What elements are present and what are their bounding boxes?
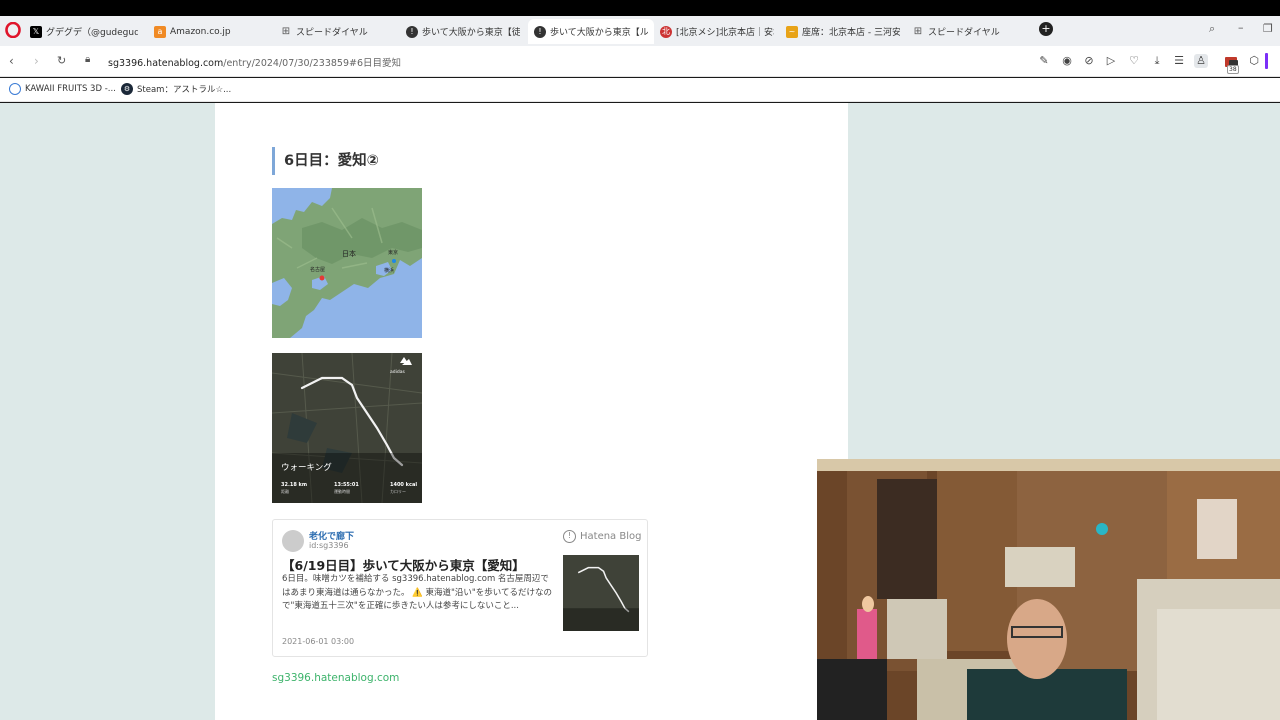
article-content: 6日目：愛知② 日本 名古屋 東京 横浜 adidas ウォーキング 32.18…	[215, 103, 848, 720]
os-top-bar	[0, 0, 1280, 16]
tab-label: [北京メシ]北京本店｜安城	[676, 28, 774, 38]
blog-card[interactable]: 老化で廊下 id:sg3396 ! Hatena Blog 【6/19日目】歩い…	[272, 519, 648, 657]
forward-icon[interactable]: ›	[34, 54, 39, 68]
heart-icon[interactable]: ♡	[1127, 54, 1141, 68]
activity-calories-label: カロリー	[390, 489, 406, 494]
bookmark-kawaii[interactable]: KAWAII FRUITS 3D -...	[9, 83, 116, 95]
map-label-japan: 日本	[342, 249, 356, 258]
play-icon[interactable]: ▷	[1104, 54, 1118, 68]
bookmarks-bar: KAWAII FRUITS 3D -... ⚙ Steam：アストラル☆...	[0, 78, 1280, 102]
bookmark-steam[interactable]: ⚙ Steam：アストラル☆...	[121, 83, 231, 95]
tab-amazon[interactable]: a Amazon.co.jp	[148, 19, 268, 44]
card-date: 2021-06-01 03:00	[282, 637, 355, 646]
amazon-icon: a	[154, 25, 166, 38]
activity-duration: 13:55:01	[334, 482, 359, 488]
search-tabs-icon[interactable]: ⌕	[1209, 22, 1215, 36]
tab-speed-dial-2[interactable]: ⊞ スピードダイヤル	[906, 19, 1032, 44]
sidebar-accent	[1265, 53, 1268, 69]
card-title[interactable]: 【6/19日目】歩いて大阪から東京【愛知】	[282, 555, 525, 574]
hatena-icon: !	[406, 25, 418, 38]
section-heading: 6日目：愛知②	[272, 147, 379, 175]
seat-icon: ~	[786, 25, 798, 38]
map-label-yokohama: 横浜	[384, 267, 394, 274]
hatena-icon: !	[563, 530, 576, 543]
tab-label: Amazon.co.jp	[170, 26, 231, 37]
tab-seat[interactable]: ~ 座席：北京本店 - 三河安城	[780, 19, 906, 44]
webcam-overlay	[817, 459, 1280, 720]
url-field[interactable]: sg3396.hatenablog.com/entry/2024/07/30/2…	[108, 55, 401, 69]
camera-icon[interactable]: ◉	[1060, 54, 1074, 68]
activity-distance-label: 距離	[281, 488, 289, 494]
tab-label: 座席：北京本店 - 三河安城	[802, 28, 900, 38]
card-brand-label: Hatena Blog	[580, 531, 642, 542]
kawaii-icon	[9, 83, 21, 95]
tab-speed-dial[interactable]: ⊞ スピードダイヤル	[274, 19, 398, 44]
lock-icon[interactable]: 🔒︎	[85, 54, 90, 65]
tab-hatena-1[interactable]: ! 歩いて大阪から東京【徒歩	[400, 19, 526, 44]
hatena-blog-brand: ! Hatena Blog	[563, 530, 641, 543]
address-bar: ‹ › ↻ 🔒︎ sg3396.hatenablog.com/entry/202…	[0, 46, 1280, 77]
hatena-icon: !	[534, 25, 546, 38]
tab-x[interactable]: 𝕏 グデグデ（@gudegude147	[24, 19, 144, 44]
tab-label: グデグデ（@gudegude147	[46, 28, 138, 38]
profile-icon[interactable]: ♙	[1194, 54, 1208, 68]
restore-icon[interactable]: ❐	[1263, 22, 1273, 35]
cube-icon[interactable]: ⬡	[1247, 54, 1261, 68]
download-icon[interactable]: ⤓	[1150, 54, 1164, 68]
menu-icon[interactable]: ☰	[1172, 54, 1186, 68]
opera-logo-icon[interactable]	[5, 22, 21, 38]
tab-label: スピードダイヤル	[296, 28, 368, 38]
adblock-icon[interactable]: ⊘	[1082, 54, 1096, 68]
map-image[interactable]: 日本 名古屋 東京 横浜	[272, 188, 422, 338]
map-label-nagoya: 名古屋	[310, 266, 325, 273]
back-icon[interactable]: ‹	[9, 54, 14, 68]
tab-restaurant[interactable]: 北 [北京メシ]北京本店｜安城	[654, 19, 780, 44]
bookmark-label: KAWAII FRUITS 3D -...	[25, 84, 116, 94]
card-author-id: id:sg3396	[309, 541, 349, 550]
reload-icon[interactable]: ↻	[57, 54, 66, 67]
activity-distance: 32.18 km	[281, 482, 307, 488]
grid-icon: ⊞	[913, 26, 923, 37]
extension-badge: 38	[1227, 65, 1239, 74]
bookmark-label: Steam：アストラル☆...	[137, 85, 232, 95]
blog-home-link[interactable]: sg3396.hatenablog.com	[272, 672, 399, 684]
map-label-tokyo: 東京	[388, 249, 398, 256]
restaurant-icon: 北	[660, 25, 672, 38]
url-path: /entry/2024/07/30/233859#6日目愛知	[223, 58, 402, 69]
activity-type: ウォーキング	[281, 462, 332, 473]
url-host: sg3396.hatenablog.com	[108, 58, 224, 69]
adidas-brand: adidas	[390, 369, 405, 375]
tab-label: 歩いて大阪から東京【徒歩	[422, 28, 520, 38]
new-tab-icon[interactable]: +	[1039, 22, 1053, 36]
tab-label: 歩いて大阪から東京【ルート	[550, 28, 648, 38]
tab-label: スピードダイヤル	[928, 28, 1000, 38]
edit-icon[interactable]: ✎	[1037, 54, 1051, 68]
minimize-icon[interactable]: –	[1238, 21, 1244, 34]
card-description: 6日目。味噌カツを補給する sg3396.hatenablog.com 名古屋周…	[282, 574, 553, 611]
card-thumbnail[interactable]	[563, 555, 639, 631]
activity-calories: 1400 kcal	[390, 482, 417, 488]
steam-icon: ⚙	[121, 83, 133, 95]
tab-hatena-active[interactable]: ! 歩いて大阪から東京【ルート	[528, 19, 654, 44]
x-icon: 𝕏	[30, 25, 42, 38]
grid-icon: ⊞	[281, 26, 291, 37]
avatar	[282, 530, 304, 552]
activity-duration-label: 運動時間	[334, 488, 350, 494]
tab-bar: 𝕏 グデグデ（@gudegude147 a Amazon.co.jp ⊞ スピー…	[0, 16, 1280, 46]
activity-image[interactable]: adidas ウォーキング 32.18 km 距離 13:55:01 運動時間 …	[272, 353, 422, 503]
